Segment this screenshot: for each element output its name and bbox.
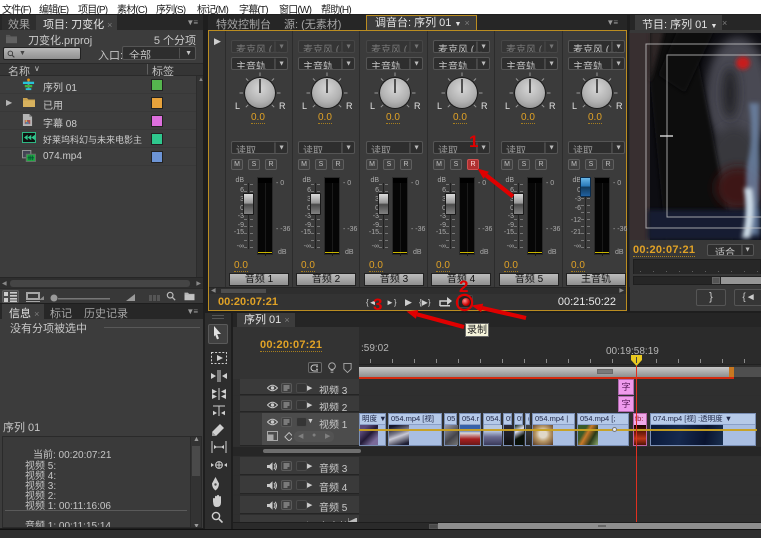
svg-text:3: 3 bbox=[373, 295, 382, 314]
svg-text:1: 1 bbox=[469, 132, 478, 151]
svg-text:2: 2 bbox=[459, 277, 468, 296]
